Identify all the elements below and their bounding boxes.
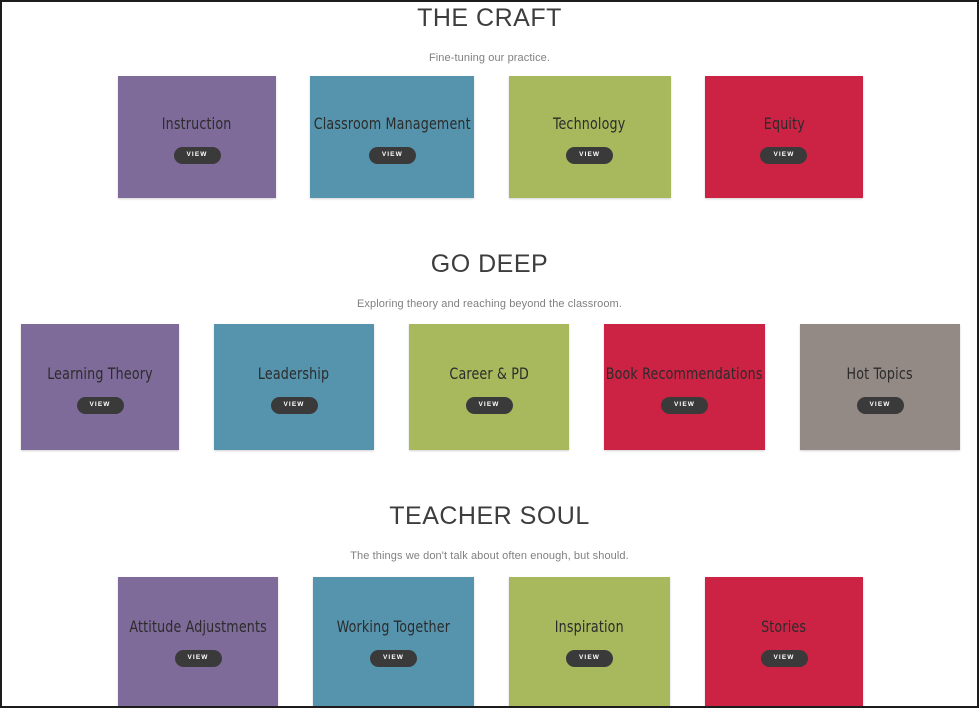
- card-leadership[interactable]: Leadership VIEW: [214, 324, 374, 450]
- card-row-teacher-soul: Attitude Adjustments VIEW Working Togeth…: [118, 577, 863, 706]
- view-button[interactable]: VIEW: [370, 650, 417, 667]
- view-button[interactable]: VIEW: [566, 650, 613, 667]
- card-equity[interactable]: Equity VIEW: [704, 76, 863, 198]
- card-title: Technology: [553, 114, 626, 133]
- section-header: GO DEEP Exploring theory and reaching be…: [2, 252, 977, 310]
- view-button[interactable]: VIEW: [173, 147, 221, 164]
- section-go-deep: GO DEEP Exploring theory and reaching be…: [2, 252, 977, 310]
- card-title: Equity: [763, 114, 805, 133]
- card-title: Stories: [761, 617, 807, 636]
- card-stories[interactable]: Stories VIEW: [705, 577, 863, 706]
- card-working-together[interactable]: Working Together VIEW: [313, 577, 474, 706]
- card-title: Career & PD: [449, 364, 529, 383]
- card-title: Inspiration: [554, 617, 625, 636]
- card-career-and-pd[interactable]: Career & PD VIEW: [409, 324, 569, 450]
- section-the-craft: THE CRAFT Fine-tuning our practice.: [2, 2, 977, 64]
- view-button[interactable]: VIEW: [174, 650, 222, 667]
- section-subtitle: Exploring theory and reaching beyond the…: [357, 298, 622, 310]
- card-classroom-management[interactable]: Classroom Management VIEW: [310, 76, 475, 198]
- view-button[interactable]: VIEW: [760, 147, 808, 164]
- card-title: Attitude Adjustments: [129, 617, 267, 636]
- section-subtitle: The things we don't talk about often eno…: [350, 550, 629, 562]
- card-title: Book Recommendations: [606, 364, 763, 383]
- section-subtitle: Fine-tuning our practice.: [428, 52, 551, 64]
- section-title: THE CRAFT: [417, 4, 562, 32]
- card-technology[interactable]: Technology VIEW: [508, 76, 671, 198]
- card-book-recommendations[interactable]: Book Recommendations VIEW: [604, 324, 765, 450]
- card-row-go-deep: Learning Theory VIEW Leadership VIEW Car…: [21, 324, 960, 450]
- section-header: THE CRAFT Fine-tuning our practice.: [2, 2, 977, 64]
- card-title: Classroom Management: [313, 114, 471, 133]
- page-root: THE CRAFT Fine-tuning our practice. Inst…: [0, 0, 979, 708]
- view-button[interactable]: VIEW: [465, 397, 513, 414]
- card-hot-topics[interactable]: Hot Topics VIEW: [800, 324, 960, 450]
- view-button[interactable]: VIEW: [760, 650, 808, 667]
- card-instruction[interactable]: Instruction VIEW: [118, 76, 276, 198]
- card-title: Leadership: [258, 364, 330, 383]
- view-button[interactable]: VIEW: [76, 397, 124, 414]
- view-button[interactable]: VIEW: [368, 147, 416, 164]
- card-learning-theory[interactable]: Learning Theory VIEW: [21, 324, 179, 450]
- card-inspiration[interactable]: Inspiration VIEW: [509, 577, 670, 706]
- section-title: TEACHER SOUL: [389, 502, 590, 530]
- card-row-the-craft: Instruction VIEW Classroom Management VI…: [118, 76, 863, 198]
- view-button[interactable]: VIEW: [856, 397, 904, 414]
- view-button[interactable]: VIEW: [270, 397, 318, 414]
- card-title: Instruction: [162, 114, 232, 133]
- card-title: Learning Theory: [47, 364, 153, 383]
- view-button[interactable]: VIEW: [661, 397, 708, 414]
- card-attitude-adjustments[interactable]: Attitude Adjustments VIEW: [118, 577, 278, 706]
- card-title: Working Together: [336, 617, 451, 636]
- view-button[interactable]: VIEW: [566, 147, 614, 164]
- section-header: TEACHER SOUL The things we don't talk ab…: [2, 504, 977, 562]
- card-title: Hot Topics: [846, 364, 914, 383]
- section-title: GO DEEP: [430, 250, 549, 278]
- section-teacher-soul: TEACHER SOUL The things we don't talk ab…: [2, 504, 977, 562]
